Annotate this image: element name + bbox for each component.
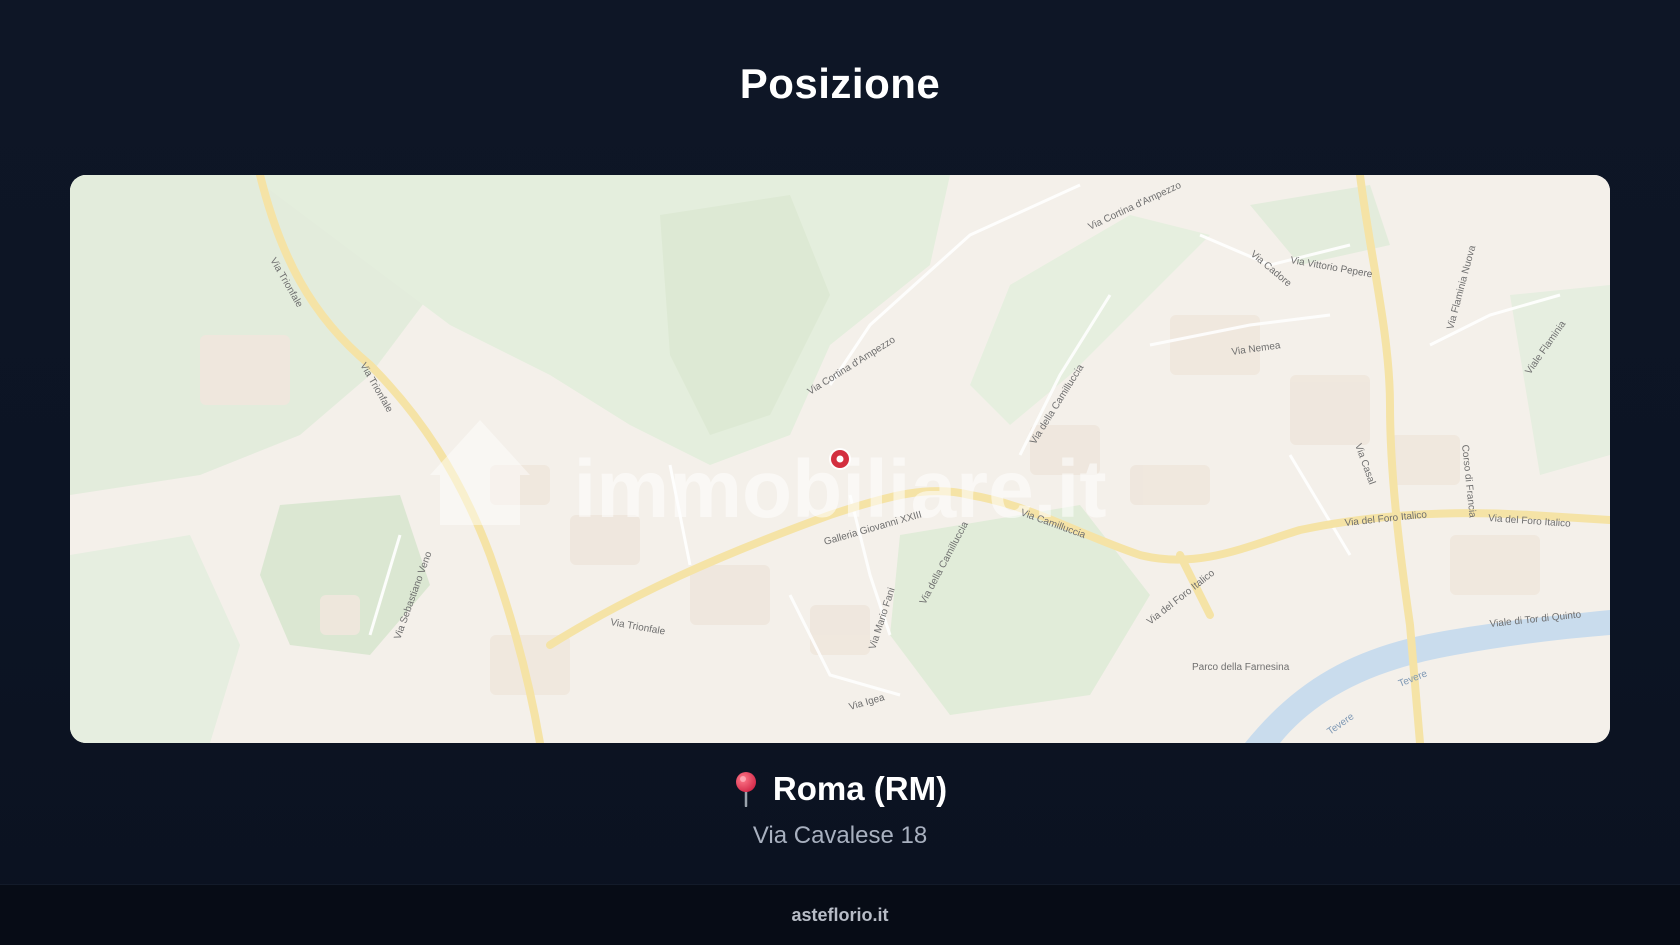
street-label: Parco della Farnesina: [1192, 662, 1290, 673]
footer-site-name[interactable]: asteflorio.it: [791, 905, 888, 925]
page-title: Posizione: [739, 60, 941, 107]
map[interactable]: immobiliare.it Via Trionfale Via Trionfa…: [70, 175, 1610, 743]
footer: asteflorio.it: [0, 884, 1680, 945]
address-text: Via Cavalese 18: [752, 822, 928, 849]
location-info: Roma (RM) Via Cavalese 18: [0, 770, 1680, 850]
round-pushpin-icon: [733, 771, 759, 808]
city-line: Roma (RM): [733, 770, 947, 808]
map-canvas[interactable]: immobiliare.it Via Trionfale Via Trionfa…: [70, 175, 1610, 743]
location-marker[interactable]: [829, 448, 851, 470]
city-name: Roma (RM): [772, 770, 948, 807]
